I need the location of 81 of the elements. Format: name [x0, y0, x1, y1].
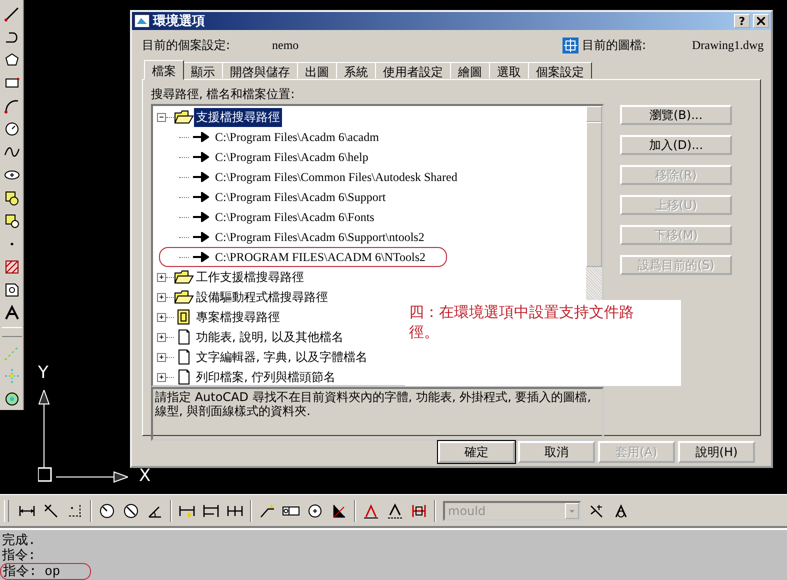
arrow-icon: [193, 152, 209, 162]
expand-toggle-icon[interactable]: [157, 332, 166, 342]
block-icon[interactable]: [2, 188, 20, 206]
tab[interactable]: 顯示: [183, 62, 223, 79]
folder-icon: [174, 269, 194, 285]
arrow-icon: [193, 252, 209, 262]
arrow-icon: [193, 132, 209, 142]
tree-item[interactable]: 工作支援檔搜尋路徑: [194, 268, 306, 286]
tab[interactable]: 選取: [489, 62, 529, 79]
tree-item[interactable]: C:\PROGRAM FILES\ACADM 6\NTools2: [213, 248, 428, 266]
tree-item[interactable]: 列印檔案, 佇列與檔頭節名: [194, 368, 338, 385]
side-button[interactable]: 瀏覽(B)...: [620, 105, 732, 125]
close-button[interactable]: [753, 14, 769, 28]
leader-icon[interactable]: [258, 502, 276, 520]
tree-item[interactable]: 文字編輯器, 字典, 以及字體檔名: [194, 348, 370, 366]
y-axis-label: Y: [38, 363, 48, 383]
hatch-icon[interactable]: [2, 258, 20, 276]
tab[interactable]: 使用者設定: [375, 62, 451, 79]
tree-item[interactable]: C:\Program Files\Acadm 6\Fonts: [213, 208, 376, 226]
dimension-text-edit-icon[interactable]: [386, 502, 404, 520]
drawing-name: Drawing1.dwg: [692, 38, 764, 52]
expand-toggle-icon[interactable]: [157, 312, 166, 322]
drawing-file-icon: [562, 36, 579, 54]
profile-name: nemo: [272, 38, 300, 52]
tree-item[interactable]: C:\Program Files\Acadm 6\Support: [213, 188, 388, 206]
search-path-label: 搜尋路徑, 檔名和檔案位置:: [151, 86, 296, 102]
diameter-dimension-icon[interactable]: [122, 502, 140, 520]
tree-item[interactable]: C:\Program Files\Acadm 6\Support\ntools2: [213, 228, 426, 246]
arrow-icon: [193, 192, 209, 202]
description-text: 請指定 AutoCAD 尋找不在目前資料夾內的字體, 功能表, 外掛程式, 要插入的圖檔, 線型, 與剖面線樣式的資料夾.: [151, 387, 604, 441]
text-icon[interactable]: [2, 304, 20, 322]
tree-item[interactable]: 專案檔搜尋路徑: [194, 308, 282, 326]
polygon-icon[interactable]: [2, 50, 20, 68]
tab[interactable]: 繪圖: [450, 62, 490, 79]
dimension-edit-icon[interactable]: [362, 502, 380, 520]
help-button[interactable]: ?: [734, 14, 750, 28]
command-line: 指令: op: [0, 563, 92, 580]
radius-dimension-icon[interactable]: [98, 502, 116, 520]
drawing-label: 目前的圖檔:: [582, 36, 648, 54]
command-line: 完成.: [2, 533, 36, 548]
center-mark-icon[interactable]: [306, 502, 324, 520]
tree-item[interactable]: C:\Program Files\Acadm 6\help: [213, 148, 370, 166]
region-icon[interactable]: [2, 280, 20, 298]
arrow-icon: [193, 212, 209, 222]
dialog-app-icon: [134, 14, 150, 28]
tree-item[interactable]: 功能表, 說明, 以及其他檔名: [194, 328, 346, 346]
dialog-title: 環境選項: [153, 12, 206, 30]
annotation-tooltip: 四：在環境選項中設置支持文件路徑。: [405, 300, 681, 386]
tab[interactable]: 開啓與儲存: [222, 62, 298, 79]
expand-toggle-icon[interactable]: [157, 352, 166, 362]
x-axis-label: X: [139, 466, 151, 486]
toolbar-grip[interactable]: [2, 327, 22, 337]
arrow-icon: [193, 172, 209, 182]
circle-icon[interactable]: [2, 120, 20, 138]
insert-block-icon[interactable]: [2, 212, 20, 230]
arrow-icon: [193, 232, 209, 242]
dropdown-value: mould: [447, 504, 487, 518]
tab[interactable]: 系統: [336, 62, 376, 79]
center-point-icon[interactable]: [2, 390, 20, 408]
expand-toggle-icon[interactable]: [157, 272, 166, 282]
tree-item[interactable]: C:\Program Files\Acadm 6\acadm: [213, 128, 381, 146]
collapse-toggle-icon[interactable]: [157, 112, 166, 122]
folder-icon: [174, 109, 194, 125]
tab[interactable]: 個案設定: [528, 62, 592, 79]
tree-item[interactable]: 支援檔搜尋路徑: [194, 108, 282, 126]
expand-toggle-icon[interactable]: [157, 292, 166, 302]
dialog-button[interactable]: 說明(H): [678, 441, 755, 463]
tree-item[interactable]: 設備驅動程式檔搜尋路徑: [194, 288, 330, 306]
folder-icon: [174, 289, 194, 305]
close-icon: [757, 17, 765, 25]
tree-item[interactable]: C:\Program Files\Common Files\Autodesk Shared: [213, 168, 460, 186]
tab[interactable]: 出圖: [297, 62, 337, 79]
side-button[interactable]: 加入(D)...: [620, 135, 732, 155]
dialog-button[interactable]: 取消: [518, 441, 595, 463]
line-icon[interactable]: [2, 4, 20, 22]
expand-toggle-icon[interactable]: [157, 372, 166, 382]
command-line: 指令:: [2, 548, 36, 563]
tab[interactable]: 檔案: [144, 60, 184, 80]
aligned-dimension-icon[interactable]: [42, 502, 60, 520]
profile-label: 目前的個案設定:: [142, 36, 232, 54]
dialog-button[interactable]: 確定: [438, 441, 515, 463]
